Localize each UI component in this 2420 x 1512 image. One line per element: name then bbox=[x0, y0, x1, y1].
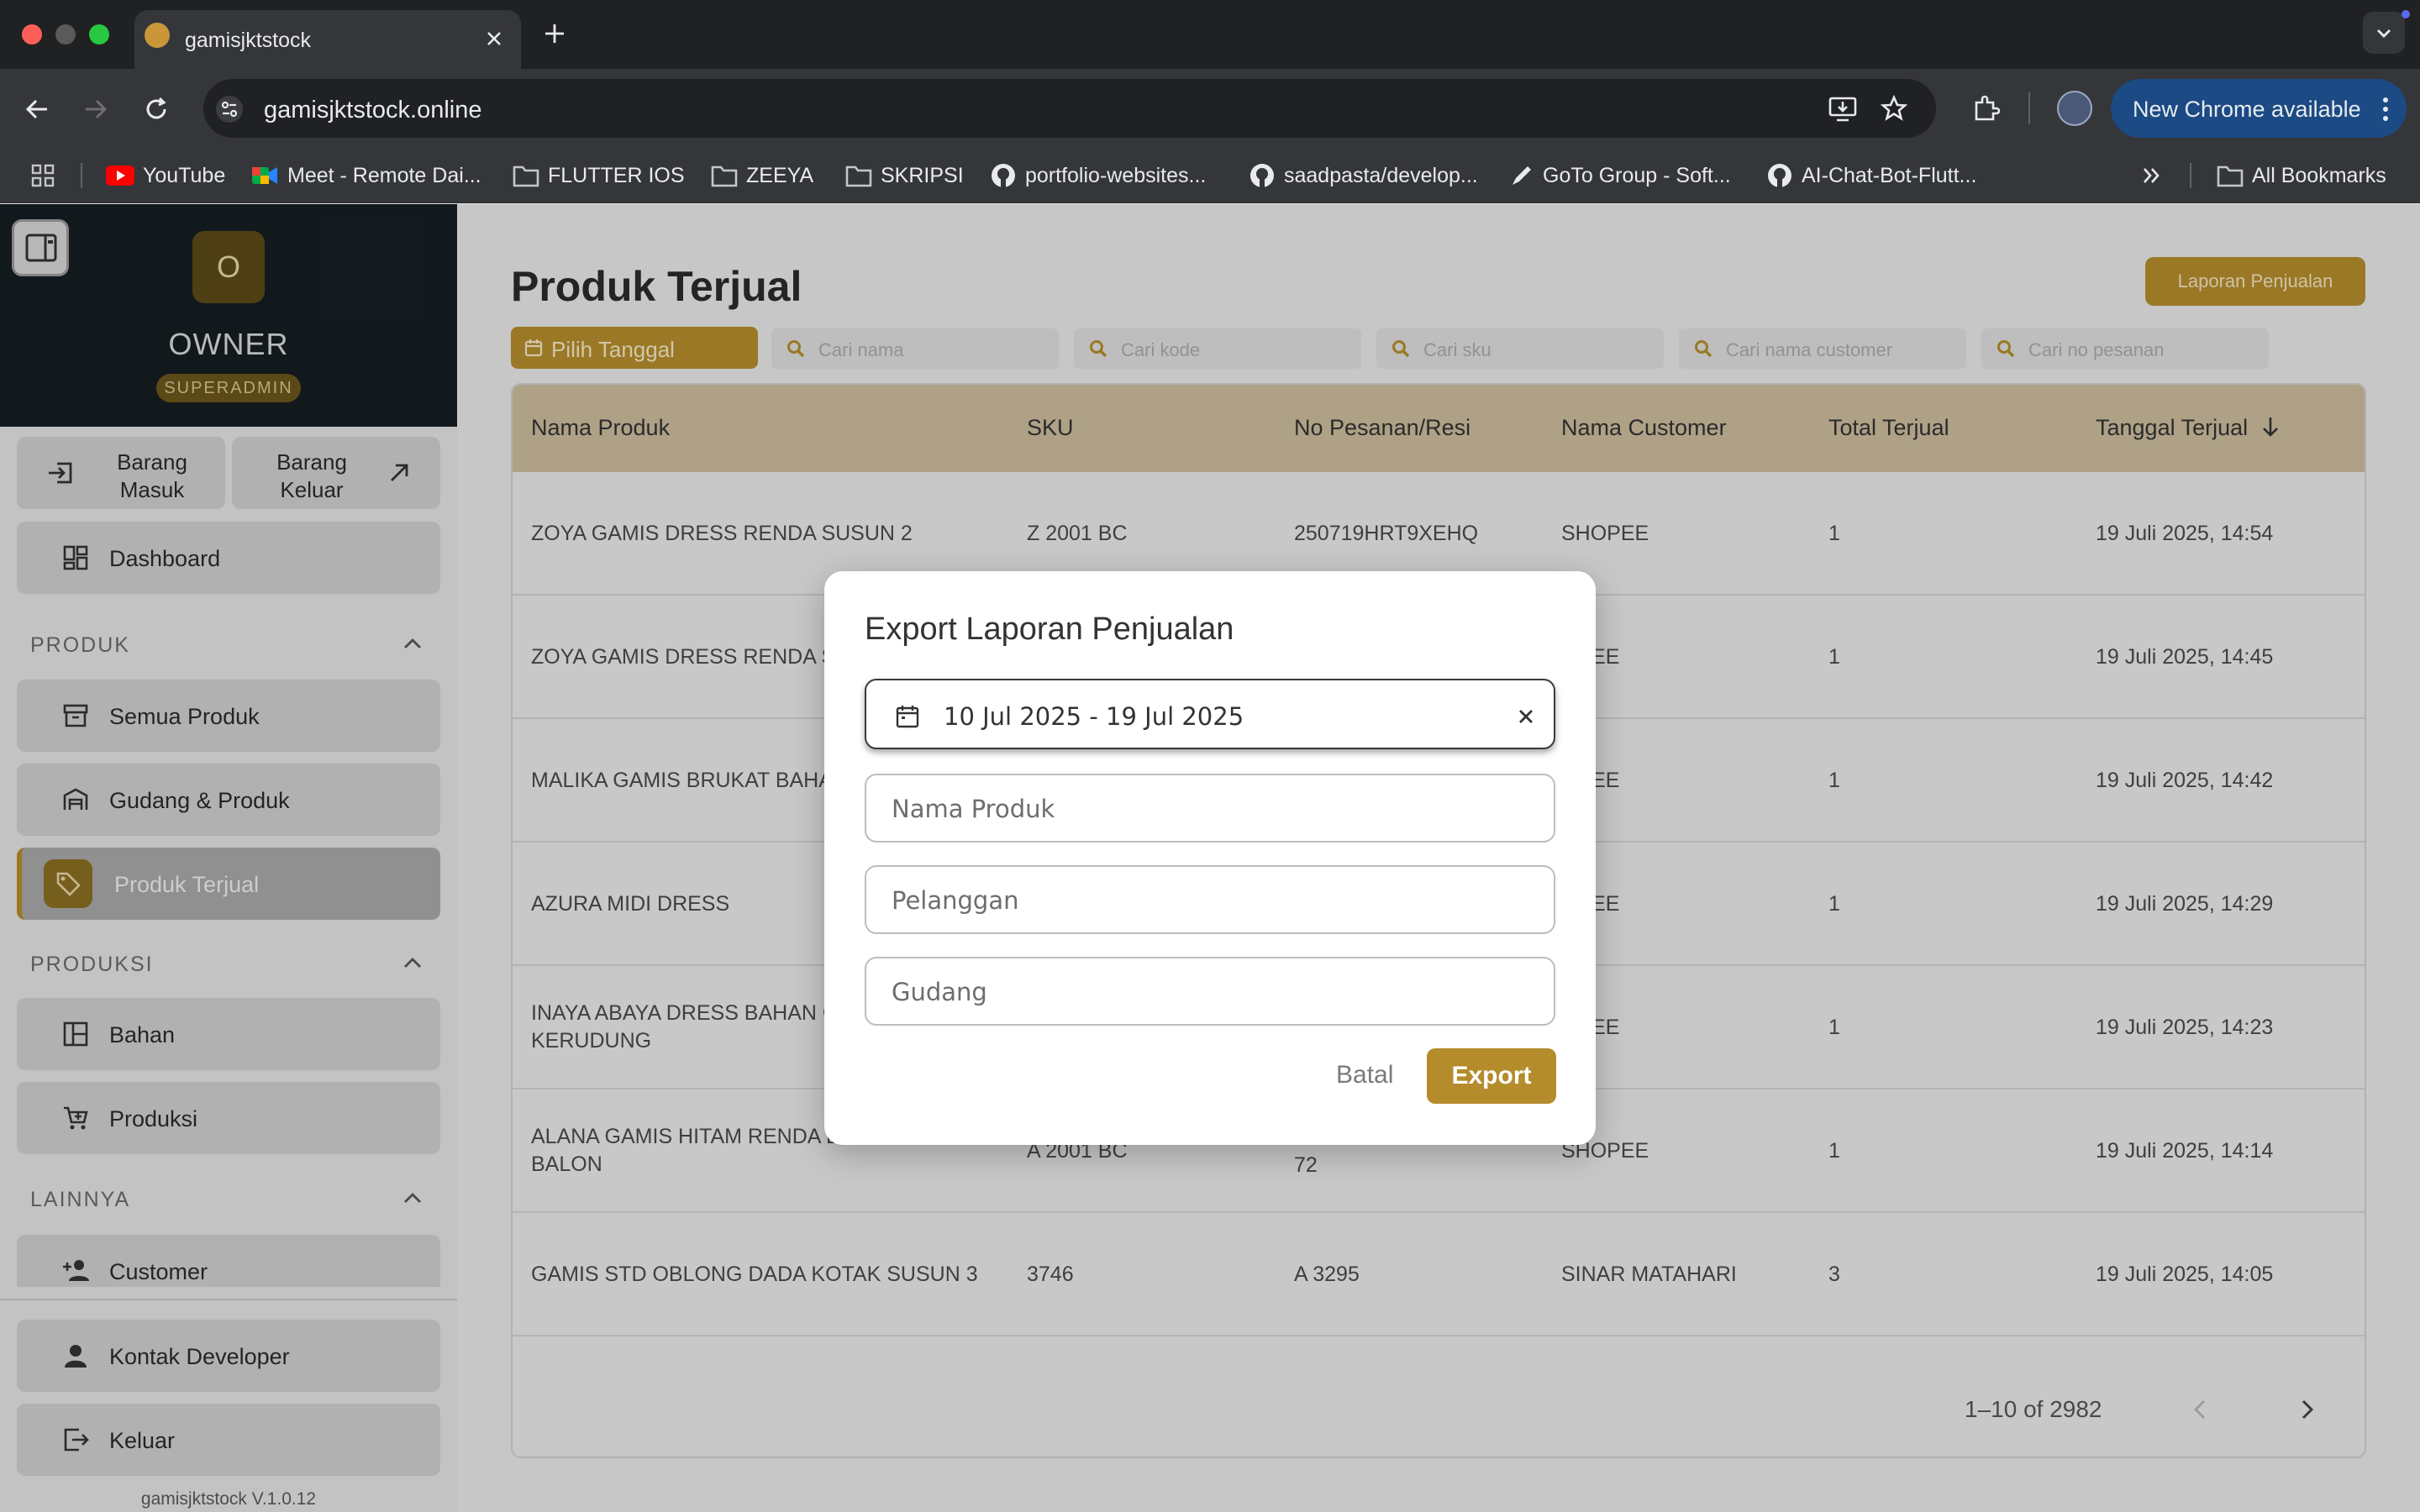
bookmark-portfolio[interactable]: portfolio-websites... bbox=[990, 162, 1206, 189]
bookmark-label: SKRIPSI bbox=[881, 163, 964, 187]
meet-icon bbox=[252, 167, 277, 184]
address-bar[interactable]: gamisjktstock.online bbox=[203, 79, 1936, 138]
bookmark-label: AI-Chat-Bot-Flutt... bbox=[1802, 163, 1977, 187]
bookmark-zeeya[interactable]: ZEEYA bbox=[711, 162, 813, 189]
bookmark-saadpasta[interactable]: saadpasta/develop... bbox=[1249, 162, 1478, 189]
bookmark-ai-chat[interactable]: AI-Chat-Bot-Flutt... bbox=[1766, 162, 1976, 189]
bookmark-label: Meet - Remote Dai... bbox=[287, 163, 481, 187]
close-window-button[interactable] bbox=[22, 24, 42, 45]
close-tab-icon[interactable] bbox=[484, 29, 504, 49]
bookmarks-divider bbox=[81, 163, 82, 188]
bookmark-label: saadpasta/develop... bbox=[1284, 163, 1478, 187]
bookmark-label: ZEEYA bbox=[746, 163, 814, 187]
browser-tab-strip: gamisjktstock bbox=[0, 0, 2420, 69]
notification-dot bbox=[2402, 10, 2410, 18]
site-settings-icon[interactable] bbox=[215, 95, 244, 123]
bookmark-skripsi[interactable]: SKRIPSI bbox=[845, 162, 964, 189]
new-tab-icon[interactable] bbox=[543, 22, 566, 45]
bookmark-label: GoTo Group - Soft... bbox=[1543, 163, 1731, 187]
pen-icon bbox=[1512, 166, 1531, 185]
tab-title: gamisjktstock bbox=[185, 29, 312, 52]
browser-tab[interactable]: gamisjktstock bbox=[134, 10, 521, 69]
bookmarks-divider bbox=[2190, 163, 2191, 188]
tab-search-button[interactable] bbox=[2363, 12, 2405, 54]
all-bookmarks-button[interactable]: All Bookmarks bbox=[2217, 162, 2386, 189]
folder-icon bbox=[513, 165, 539, 187]
date-range-value: 10 Jul 2025 - 19 Jul 2025 bbox=[944, 702, 1244, 731]
url-text: gamisjktstock.online bbox=[264, 97, 482, 123]
minimize-window-button[interactable] bbox=[55, 24, 76, 45]
browser-toolbar: gamisjktstock.online New Chrome availabl… bbox=[0, 69, 2420, 148]
folder-icon bbox=[711, 165, 738, 187]
github-icon bbox=[1768, 164, 1791, 187]
bookmark-star-icon[interactable] bbox=[1881, 95, 1907, 122]
reload-icon[interactable] bbox=[143, 96, 170, 123]
github-icon bbox=[1250, 164, 1274, 187]
gudang-field[interactable] bbox=[865, 957, 1555, 1026]
clear-date-icon[interactable] bbox=[1517, 707, 1535, 726]
bookmark-flutter-ios[interactable]: FLUTTER IOS bbox=[513, 162, 685, 189]
apps-grid-icon[interactable] bbox=[30, 163, 55, 188]
forward-arrow-icon[interactable] bbox=[82, 96, 109, 123]
nama-produk-field[interactable] bbox=[865, 774, 1555, 843]
back-arrow-icon[interactable] bbox=[24, 96, 50, 123]
pelanggan-input[interactable] bbox=[892, 885, 1513, 916]
toolbar-divider bbox=[2028, 92, 2030, 124]
date-range-field[interactable]: 10 Jul 2025 - 19 Jul 2025 bbox=[865, 679, 1555, 749]
new-chrome-label: New Chrome available bbox=[2133, 97, 2361, 122]
dialog-title: Export Laporan Penjualan bbox=[865, 612, 1234, 647]
profile-avatar[interactable] bbox=[2057, 91, 2092, 126]
pelanggan-field[interactable] bbox=[865, 865, 1555, 934]
folder-icon bbox=[845, 165, 872, 187]
bookmarks-bar: YouTube Meet - Remote Dai... FLUTTER IOS… bbox=[0, 148, 2420, 203]
bookmark-goto[interactable]: GoTo Group - Soft... bbox=[1509, 162, 1731, 189]
gudang-input[interactable] bbox=[892, 977, 1513, 1007]
calendar-icon bbox=[896, 706, 919, 728]
nama-produk-input[interactable] bbox=[892, 794, 1513, 824]
bookmark-meet[interactable]: Meet - Remote Dai... bbox=[252, 162, 481, 189]
github-icon bbox=[992, 164, 1015, 187]
bookmark-youtube[interactable]: YouTube bbox=[106, 162, 225, 189]
export-dialog: Export Laporan Penjualan 10 Jul 2025 - 1… bbox=[824, 571, 1596, 1145]
extensions-icon[interactable] bbox=[1971, 94, 2000, 123]
cancel-button[interactable]: Batal bbox=[1336, 1061, 1393, 1089]
new-chrome-available-button[interactable]: New Chrome available bbox=[2111, 79, 2407, 138]
more-vertical-icon[interactable] bbox=[2381, 97, 2390, 122]
install-app-icon[interactable] bbox=[1828, 97, 1857, 122]
site-favicon-icon bbox=[145, 23, 170, 48]
all-bookmarks-label: All Bookmarks bbox=[2252, 163, 2386, 187]
export-button[interactable]: Export bbox=[1427, 1048, 1556, 1104]
chevron-down-icon bbox=[2377, 29, 2391, 38]
youtube-icon bbox=[106, 165, 134, 186]
bookmark-label: FLUTTER IOS bbox=[548, 163, 685, 187]
bookmark-label: YouTube bbox=[143, 163, 226, 187]
more-bookmarks-icon[interactable] bbox=[2141, 165, 2163, 186]
folder-icon bbox=[2217, 165, 2244, 187]
bookmark-label: portfolio-websites... bbox=[1025, 163, 1207, 187]
maximize-window-button[interactable] bbox=[89, 24, 109, 45]
